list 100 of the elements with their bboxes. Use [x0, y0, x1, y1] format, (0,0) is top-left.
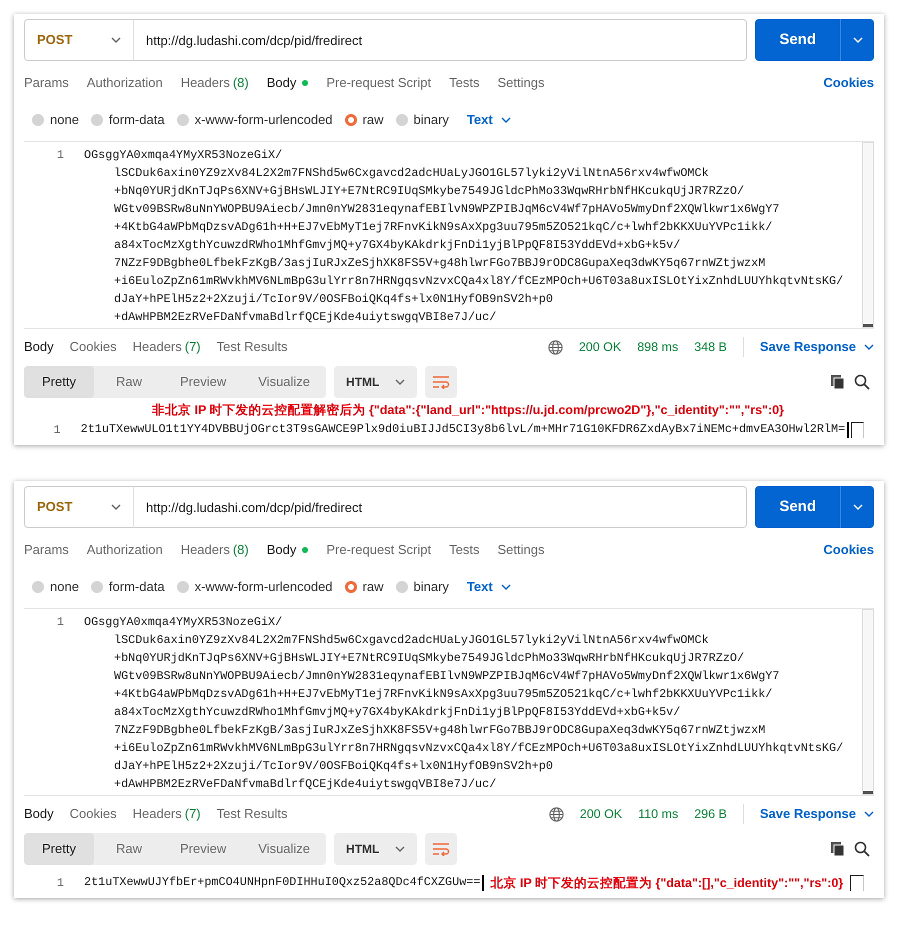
view-tab[interactable]: Visualize: [242, 833, 326, 865]
radio-option[interactable]: none: [32, 577, 79, 597]
response-tab[interactable]: Test Results: [216, 337, 288, 357]
response-tab[interactable]: Headers (7): [132, 337, 201, 357]
radio-icon[interactable]: [32, 581, 44, 593]
view-tab[interactable]: Preview: [164, 833, 242, 865]
radio-icon[interactable]: [90, 114, 103, 126]
wrap-lines-button[interactable]: [425, 833, 458, 865]
save-response-button[interactable]: Save Response: [760, 804, 874, 824]
code-line: +4KtbG4aWPbMqDzsvADg61h+H+EJ7vEbMyT1ej7RFnvKikN9sAxXpg3uu795m5ZO521kqC/c+lwhf2bKKXUuYVPc1ikk/: [113, 219, 774, 236]
url-field[interactable]: http://dg.ludashi.com/dcp/pid/fredirect: [134, 486, 748, 528]
radio-option[interactable]: raw: [344, 577, 384, 597]
view-tab[interactable]: Raw: [94, 833, 164, 865]
radio-icon[interactable]: [396, 114, 408, 126]
search-icon: [854, 374, 870, 390]
chevron-down-icon: [500, 117, 511, 123]
annotation-text: 北京 IP 时下发的云控配置为 {"data":[],"c_identity":"","rs":0}: [490, 874, 844, 892]
code-line: dJaY+hPElH5z2+2Xzuji/TcIor9V/0OSFBoiQKq4fs+lx0N1HyfOB9nSV2h+p0: [113, 291, 554, 308]
chevron-down-icon: [111, 37, 121, 43]
radio-option[interactable]: none: [32, 110, 79, 130]
search-button[interactable]: [854, 374, 870, 390]
chevron-down-icon: [111, 504, 121, 510]
method-select[interactable]: POST: [24, 19, 134, 61]
response-tab[interactable]: Body: [24, 804, 54, 824]
code-line: +i6EuloZpZn61mRWvkhMV6NLmBpG3ulYrr8n7HRNgqsvNzvxCQa4xl8Y/fCEzMPOch+U6T03a8uxISLOtYixZnhdLUUYhkqtvNtsKG/: [113, 273, 844, 290]
copy-icon: [830, 841, 846, 857]
radio-icon[interactable]: [176, 114, 189, 126]
response-tab[interactable]: Test Results: [216, 804, 288, 824]
response-text: 2t1uTXewwUJYfbEr+pmCO4UNHpnF0DIHHuI0Qxz52a8QDc4fCXZGUw==: [83, 874, 480, 892]
save-response-button[interactable]: Save Response: [760, 337, 874, 357]
radio-option[interactable]: binary: [396, 577, 449, 597]
code-line: +dAwHPBM2EzRVeFDaNfvmaBdlrfQCEjKde4uiytswgqVBI8e7J/uc/: [113, 309, 498, 326]
language-dropdown[interactable]: HTML: [334, 833, 418, 865]
request-tab[interactable]: Settings: [497, 73, 544, 93]
response-tab[interactable]: Body: [24, 337, 54, 357]
send-button[interactable]: Send: [755, 19, 840, 61]
radio-icon[interactable]: [90, 581, 103, 593]
language-dropdown[interactable]: HTML: [334, 366, 418, 398]
search-button[interactable]: [854, 841, 870, 857]
code-line: +bNq0YURjdKnTJqPs6XNV+GjBHsWLJIY+E7NtRC9IUqSMkybe7549JGldcPhMo33WqwRHrbNfHKcukqUjJR7RZzO/: [113, 650, 746, 667]
request-tab[interactable]: Settings: [497, 540, 544, 560]
radio-option[interactable]: form-data: [90, 110, 165, 130]
response-tab[interactable]: Cookies: [70, 804, 117, 824]
view-tab[interactable]: Pretty: [24, 366, 94, 398]
request-tab[interactable]: Pre-request Script: [326, 540, 432, 560]
code-line: dJaY+hPElH5z2+2Xzuji/TcIor9V/0OSFBoiQKq4fs+lx0N1HyfOB9nSV2h+p0: [113, 758, 554, 775]
globe-icon: [548, 806, 564, 822]
format-dropdown[interactable]: Text: [466, 110, 511, 130]
radio-icon[interactable]: [176, 581, 189, 593]
view-tab[interactable]: Pretty: [24, 833, 94, 865]
line-number: 1: [56, 875, 64, 892]
scrollbar[interactable]: [862, 142, 874, 328]
radio-option[interactable]: form-data: [90, 577, 165, 597]
view-tab[interactable]: Preview: [164, 366, 242, 398]
wrap-lines-button[interactable]: [425, 366, 458, 398]
copy-button[interactable]: [830, 374, 846, 390]
code-line: OGsggYA0xmqa4YMyXR53NozeGiX/: [84, 614, 284, 631]
request-tab[interactable]: Params: [24, 540, 69, 560]
url-field[interactable]: http://dg.ludashi.com/dcp/pid/fredirect: [134, 19, 748, 61]
view-tab[interactable]: Visualize: [242, 366, 326, 398]
request-tab[interactable]: Tests: [449, 540, 480, 560]
code-line: +i6EuloZpZn61mRWvkhMV6NLmBpG3ulYrr8n7HRNgqsvNzvxCQa4xl8Y/fCEzMPOch+U6T03a8uxISLOtYixZnhdLUUYhkqtvNtsKG/: [113, 740, 844, 757]
code-line: lSCDuk6axin0YZ9zXv84L2X2m7FNShd5w6Cxgavcd2adcHUaLyJGO1GL57lyki2yVilNtnA56rxv4wfwOMCk: [113, 632, 710, 649]
request-tab[interactable]: Authorization: [86, 73, 163, 93]
response-tab[interactable]: Cookies: [70, 337, 117, 357]
request-tab[interactable]: Params: [24, 73, 69, 93]
copy-button[interactable]: [830, 841, 846, 857]
code-line: a84xTocMzXgthYcuwzdRWho1MhfGmvjMQ+y7GX4byKAkdrkjFnDi1yjBlPpQF8I53YddEVd+xbG+k5v/: [113, 704, 682, 721]
method-select[interactable]: POST: [24, 486, 134, 528]
request-tab[interactable]: Pre-request Script: [326, 73, 432, 93]
radio-icon[interactable]: [32, 114, 44, 126]
radio-option[interactable]: x-www-form-urlencoded: [176, 577, 333, 597]
radio-icon[interactable]: [344, 114, 357, 126]
radio-option[interactable]: binary: [396, 110, 449, 130]
send-button[interactable]: Send: [755, 486, 840, 528]
request-tab[interactable]: Authorization: [86, 540, 163, 560]
request-tab[interactable]: Headers (8): [180, 73, 249, 93]
response-tab[interactable]: Headers (7): [132, 804, 201, 824]
send-options-button[interactable]: [840, 19, 874, 61]
response-size: 296 B: [694, 806, 727, 823]
format-dropdown[interactable]: Text: [466, 577, 511, 597]
view-tab[interactable]: Raw: [94, 366, 164, 398]
radio-icon[interactable]: [396, 581, 408, 593]
code-line: +4KtbG4aWPbMqDzsvADg61h+H+EJ7vEbMyT1ej7RFnvKikN9sAxXpg3uu795m5ZO521kqC/c+lwhf2bKKXUuYVPc1ikk/: [113, 686, 774, 703]
scrollbar-corner: [850, 875, 864, 891]
cookies-link[interactable]: Cookies: [823, 73, 874, 93]
cookies-link[interactable]: Cookies: [823, 540, 874, 560]
radio-option[interactable]: x-www-form-urlencoded: [176, 110, 333, 130]
request-tab[interactable]: Tests: [449, 73, 480, 93]
line-number: 1: [52, 422, 61, 439]
request-tab[interactable]: Body: [266, 73, 308, 93]
code-line: WGtv09BSRw8uNnYWOPBU9Aiecb/Jmn0nYW2831eqynafEBIlvN9WPZPIBJqM6cV4Wf7pHAVo5WmyDnf2XQWlkwr1x6WgY7: [113, 201, 780, 218]
request-tab[interactable]: Body: [266, 540, 308, 560]
scrollbar[interactable]: [862, 609, 874, 795]
wrap-lines-icon: [432, 375, 450, 389]
request-tab[interactable]: Headers (8): [180, 540, 249, 560]
radio-icon[interactable]: [344, 581, 357, 593]
send-options-button[interactable]: [840, 486, 874, 528]
text-cursor: [847, 422, 850, 438]
radio-option[interactable]: raw: [344, 110, 384, 130]
